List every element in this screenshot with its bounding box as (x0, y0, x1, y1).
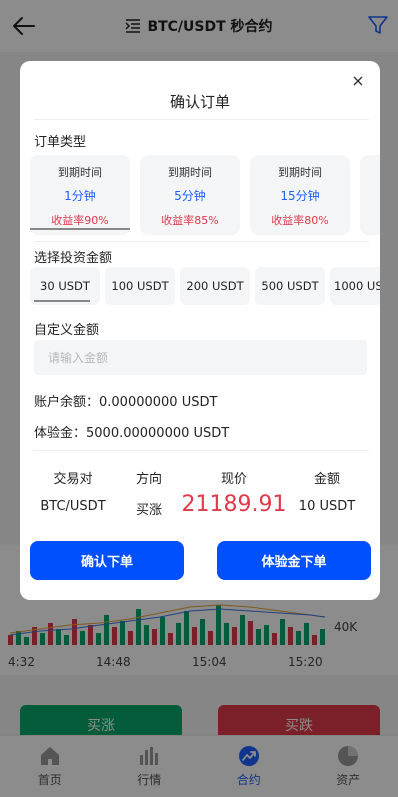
amount-label: 选择投资金额 (34, 251, 113, 266)
account-balance: 账户余额：0.00000000 USDT (34, 395, 218, 410)
price-value: 21189.91 (181, 492, 287, 517)
custom-amount-label: 自定义金额 (34, 323, 100, 338)
trial-order-button[interactable]: 体验金下单 (217, 541, 371, 580)
confirm-order-button[interactable]: 确认下单 (30, 541, 184, 580)
pair-value: BTC/USDT (40, 499, 106, 514)
order-type-label: 订单类型 (34, 135, 87, 150)
amount-text: 100 USDT (111, 279, 169, 293)
duration-value: 5分钟 (174, 189, 206, 203)
amount-option[interactable]: 500 USDT (255, 267, 325, 305)
duration-label: 到期时间 (168, 166, 212, 179)
duration-label: 到期时间 (278, 166, 322, 179)
summary-direction: 方向 买涨 (120, 468, 178, 518)
summary-pair: 交易对 BTC/USDT (34, 468, 112, 514)
amount-text: 30 USDT (40, 279, 90, 293)
duration-option-5min[interactable]: 到期时间 5分钟 收益率85% (140, 155, 240, 235)
duration-label: 到期时间 (58, 166, 102, 179)
duration-option-1min[interactable]: 到期时间 1分钟 收益率90% (30, 155, 130, 235)
close-icon[interactable] (350, 73, 366, 89)
modal-title: 确认订单 (169, 93, 230, 111)
duration-option-15min[interactable]: 到期时间 15分钟 收益率80% (250, 155, 350, 235)
amount-text: 200 USDT (186, 279, 244, 293)
amount-head: 金额 (313, 472, 340, 487)
divider (34, 450, 369, 451)
pair-head: 交易对 (53, 472, 93, 487)
trial-balance: 体验金：5000.00000000 USDT (34, 426, 230, 441)
amount-value: 10 USDT (298, 499, 356, 514)
duration-options: 到期时间 1分钟 收益率90% 到期时间 5分钟 收益率85% 到期时间 15分… (30, 155, 380, 237)
summary-amount: 金额 10 USDT (292, 468, 362, 514)
yield-rate: 收益率80% (271, 214, 329, 227)
amount-option[interactable]: 200 USDT (180, 267, 250, 305)
confirm-order-modal: 确认订单 订单类型 到期时间 1分钟 收益率90% 到期时间 5分钟 收益率85… (20, 61, 380, 600)
amount-text: 500 USDT (261, 279, 319, 293)
custom-amount-input[interactable] (34, 340, 367, 375)
amount-option[interactable]: 100 USDT (105, 267, 175, 305)
price-head: 现价 (220, 472, 247, 487)
summary-price: 现价 21189.91 (180, 468, 288, 517)
divider (34, 241, 369, 242)
amount-options: 30 USDT 100 USDT 200 USDT 500 USDT 1000 … (30, 267, 380, 307)
duration-value: 15分钟 (280, 189, 320, 203)
yield-rate: 收益率90% (51, 214, 109, 227)
duration-value: 1分钟 (64, 189, 96, 203)
divider (34, 119, 369, 120)
direction-head: 方向 (135, 472, 162, 487)
selected-indicator (34, 300, 90, 302)
duration-option-more[interactable] (360, 155, 380, 235)
amount-text: 1000 USDT (334, 279, 380, 293)
amount-option[interactable]: 30 USDT (30, 267, 100, 305)
yield-rate: 收益率85% (161, 214, 219, 227)
amount-option[interactable]: 1000 USDT (330, 267, 380, 305)
direction-value: 买涨 (135, 503, 162, 518)
selected-indicator (30, 228, 130, 230)
